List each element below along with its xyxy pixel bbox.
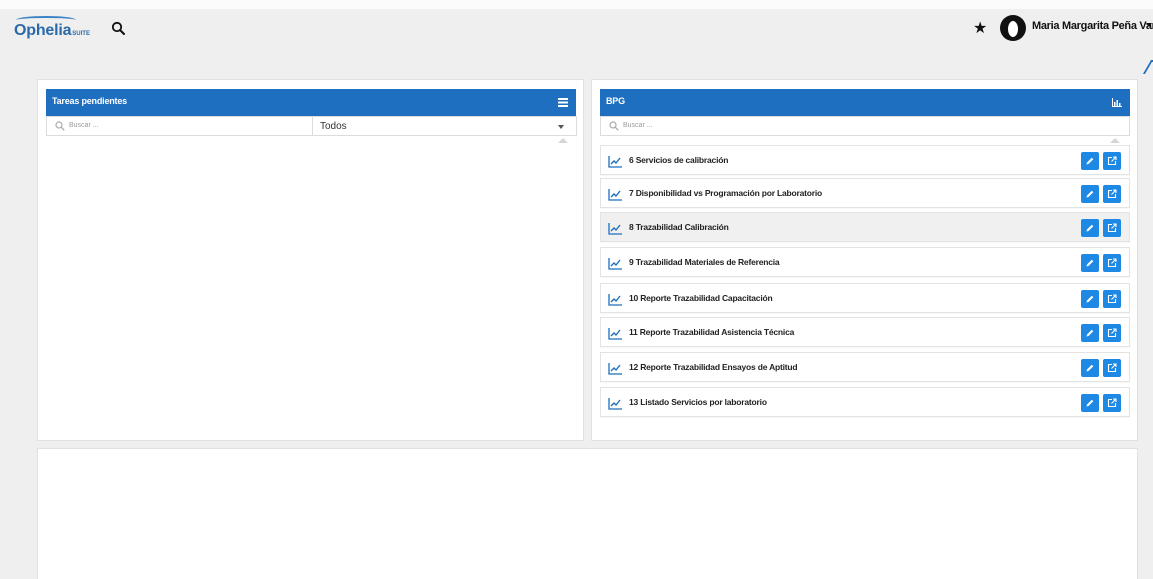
line-chart-icon <box>608 397 623 410</box>
tasks-panel: Tareas pendientes Buscar ... Todos <box>37 79 584 441</box>
edit-button[interactable] <box>1081 254 1099 272</box>
search-icon <box>609 121 619 131</box>
list-item-label[interactable]: 9 Trazabilidad Materiales de Referencia <box>629 257 780 267</box>
filter-value: Todos <box>320 121 347 132</box>
list-item-label[interactable]: 7 Disponibilidad vs Programación por Lab… <box>629 188 822 198</box>
external-link-icon <box>1107 328 1117 338</box>
line-chart-icon <box>608 293 623 306</box>
list-icon[interactable] <box>558 98 568 107</box>
list-item[interactable]: 9 Trazabilidad Materiales de Referencia <box>600 247 1130 277</box>
list-item-label[interactable]: 12 Reporte Trazabilidad Ensayos de Aptit… <box>629 362 798 372</box>
line-chart-icon <box>608 257 623 270</box>
scroll-up-icon[interactable] <box>1110 138 1120 143</box>
external-link-icon <box>1107 189 1117 199</box>
edit-button[interactable] <box>1081 185 1099 203</box>
pencil-icon <box>1086 329 1094 337</box>
external-link-icon <box>1107 258 1117 268</box>
pencil-icon <box>1086 157 1094 165</box>
favorites-star-icon[interactable]: ★ <box>973 20 987 38</box>
line-chart-icon <box>608 188 623 201</box>
list-item-label[interactable]: 6 Servicios de calibración <box>629 155 728 165</box>
line-chart-icon <box>608 362 623 375</box>
user-name[interactable]: Maria Margarita Peña Vargas <box>1032 20 1153 32</box>
list-item-label[interactable]: 10 Reporte Trazabilidad Capacitación <box>629 293 773 303</box>
bpg-panel-header: BPG <box>600 89 1130 116</box>
line-chart-icon <box>608 155 623 168</box>
top-bar-stripe <box>0 0 1153 9</box>
edit-button[interactable] <box>1081 359 1099 377</box>
tasks-filter-select[interactable]: Todos <box>312 116 577 136</box>
list-item[interactable]: 8 Trazabilidad Calibración <box>600 212 1130 242</box>
list-item-label[interactable]: 8 Trazabilidad Calibración <box>629 222 729 232</box>
collapse-arrow-icon[interactable] <box>1142 60 1153 74</box>
pencil-icon <box>1086 399 1094 407</box>
edit-button[interactable] <box>1081 152 1099 170</box>
logo-swoosh <box>16 16 76 24</box>
list-item[interactable]: 12 Reporte Trazabilidad Ensayos de Aptit… <box>600 352 1130 382</box>
tasks-search-input[interactable]: Buscar ... <box>69 122 99 129</box>
scroll-up-icon[interactable] <box>558 138 568 143</box>
search-icon[interactable] <box>111 21 125 35</box>
panel-title: Tareas pendientes <box>52 96 127 106</box>
pencil-icon <box>1086 364 1094 372</box>
search-icon <box>55 121 65 131</box>
bpg-panel: BPG Buscar ... 6 Servicios de calibració… <box>591 79 1138 441</box>
list-item[interactable]: 7 Disponibilidad vs Programación por Lab… <box>600 178 1130 208</box>
tasks-panel-header: Tareas pendientes <box>46 89 576 116</box>
chevron-down-icon <box>558 125 564 129</box>
edit-button[interactable] <box>1081 219 1099 237</box>
open-external-button[interactable] <box>1103 394 1121 412</box>
open-external-button[interactable] <box>1103 219 1121 237</box>
bpg-search-input[interactable]: Buscar ... <box>623 122 653 129</box>
open-external-button[interactable] <box>1103 185 1121 203</box>
list-item[interactable]: 11 Reporte Trazabilidad Asistencia Técni… <box>600 317 1130 347</box>
avatar-face <box>1008 21 1018 37</box>
pencil-icon <box>1086 190 1094 198</box>
open-external-button[interactable] <box>1103 359 1121 377</box>
open-external-button[interactable] <box>1103 254 1121 272</box>
tasks-search-row: Buscar ... Todos <box>46 116 577 136</box>
external-link-icon <box>1107 223 1117 233</box>
logo-subtext: SUITE <box>72 31 90 37</box>
bpg-search-row: Buscar ... <box>600 116 1130 136</box>
list-item[interactable]: 10 Reporte Trazabilidad Capacitación <box>600 283 1130 313</box>
line-chart-icon <box>608 327 623 340</box>
edit-button[interactable] <box>1081 394 1099 412</box>
list-item-label[interactable]: 11 Reporte Trazabilidad Asistencia Técni… <box>629 327 794 337</box>
external-link-icon <box>1107 363 1117 373</box>
edit-button[interactable] <box>1081 324 1099 342</box>
app-logo[interactable]: Ophelia SUITE <box>14 16 90 40</box>
list-item-label[interactable]: 13 Listado Servicios por laboratorio <box>629 397 767 407</box>
open-external-button[interactable] <box>1103 290 1121 308</box>
list-item[interactable]: 6 Servicios de calibración <box>600 145 1130 175</box>
external-link-icon <box>1107 294 1117 304</box>
bottom-panel <box>37 448 1138 579</box>
chevron-down-icon[interactable] <box>1146 23 1152 27</box>
external-link-icon <box>1107 156 1117 166</box>
pencil-icon <box>1086 259 1094 267</box>
pencil-icon <box>1086 224 1094 232</box>
pencil-icon <box>1086 295 1094 303</box>
open-external-button[interactable] <box>1103 324 1121 342</box>
top-bar: Ophelia SUITE ★ Maria Margarita Peña Var… <box>0 0 1153 55</box>
logo-text: Ophelia <box>14 22 72 39</box>
panel-title: BPG <box>606 96 625 106</box>
line-chart-icon <box>608 222 623 235</box>
external-link-icon <box>1107 398 1117 408</box>
avatar[interactable] <box>1000 15 1026 41</box>
open-external-button[interactable] <box>1103 152 1121 170</box>
edit-button[interactable] <box>1081 290 1099 308</box>
list-item[interactable]: 13 Listado Servicios por laboratorio <box>600 387 1130 417</box>
bar-chart-icon[interactable] <box>1112 98 1122 107</box>
